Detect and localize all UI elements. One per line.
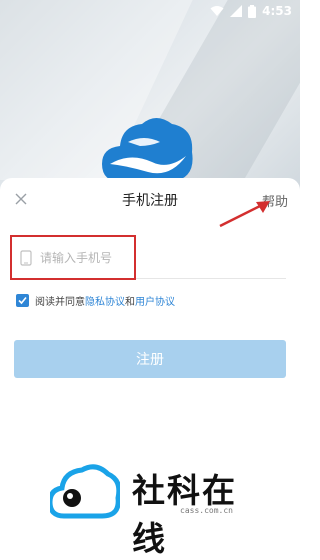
phone-icon [20,250,32,266]
register-button[interactable]: 注册 [14,340,286,378]
privacy-policy-link[interactable]: 隐私协议 [85,293,125,308]
app-logo-icon [102,118,193,182]
check-icon [18,296,27,304]
watermark-logo-icon [50,464,120,519]
watermark: 社科在线 cass.com.cn [50,462,270,558]
watermark-domain: cass.com.cn [180,506,233,515]
user-agreement-link[interactable]: 用户协议 [135,293,175,308]
annotation-arrow-icon [219,201,270,228]
wifi-icon [210,6,224,16]
agree-prefix: 阅读并同意 [35,296,85,308]
status-time: 4:53 [262,4,292,18]
phone-input[interactable] [38,250,262,266]
battery-icon [248,4,257,18]
agree-checkbox[interactable] [16,293,29,307]
phone-field[interactable] [14,238,286,279]
status-bar: 4:53 [0,0,300,22]
agreement-row: 阅读并同意 隐私协议 和 用户协议 [16,292,175,308]
signal-icon [230,5,243,17]
agree-and: 和 [125,296,135,308]
